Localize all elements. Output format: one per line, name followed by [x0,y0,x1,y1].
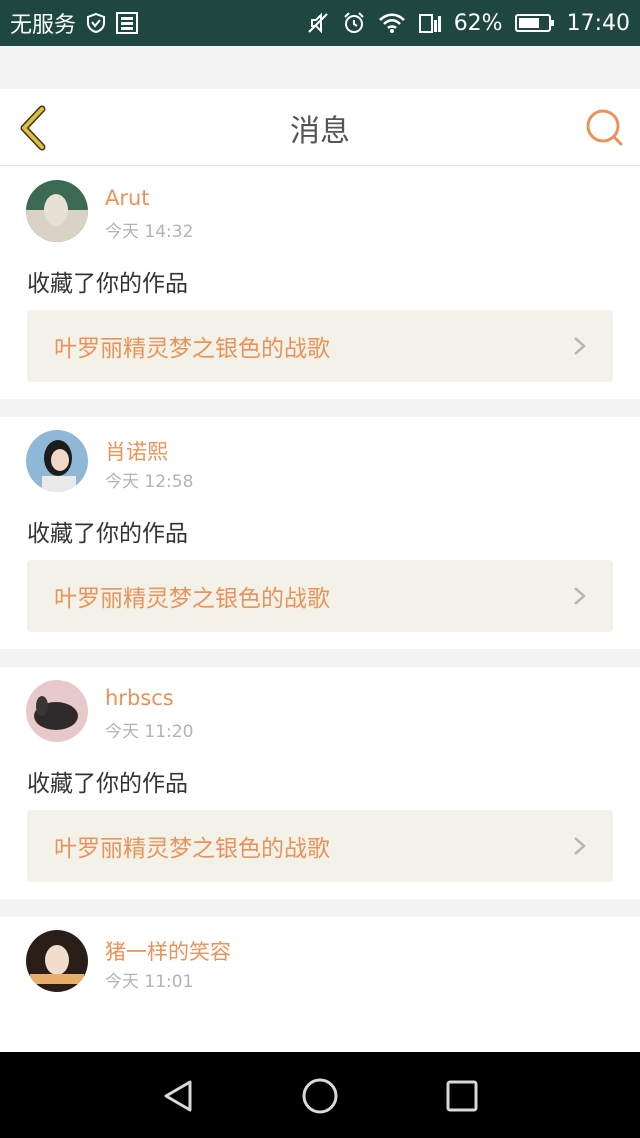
search-icon [584,109,626,153]
work-link[interactable]: 叶罗丽精灵梦之银色的战歌 [27,810,613,882]
chevron-right-icon [573,586,587,606]
message-card: 肖诺熙 今天 12:58 收藏了你的作品 叶罗丽精灵梦之银色的战歌 [0,417,640,649]
avatar[interactable] [26,680,88,742]
work-title: 叶罗丽精灵梦之银色的战歌 [54,836,330,862]
nav-recents-button[interactable] [442,1076,482,1116]
alarm-icon [342,11,366,35]
avatar[interactable] [26,930,88,992]
message-time: 今天 11:20 [105,722,194,742]
back-triangle-icon [158,1080,198,1120]
page-title: 消息 [290,113,350,149]
vpn-shield-icon [86,12,106,34]
avatar[interactable] [26,430,88,492]
message-action: 收藏了你的作品 [27,521,188,547]
sim-signal-icon [418,12,442,34]
message-card: 猪一样的笑容 今天 11:01 [0,917,640,1052]
avatar[interactable] [26,180,88,242]
system-nav-bar [0,1052,640,1138]
recents-square-icon [442,1080,482,1120]
work-link[interactable]: 叶罗丽精灵梦之银色的战歌 [27,310,613,382]
battery-icon [514,13,555,33]
message-card: hrbscs 今天 11:20 收藏了你的作品 叶罗丽精灵梦之银色的战歌 [0,667,640,899]
user-name[interactable]: 猪一样的笑容 [105,936,231,966]
mute-icon [306,11,330,35]
chevron-right-icon [573,836,587,856]
message-card: Arut 今天 14:32 收藏了你的作品 叶罗丽精灵梦之银色的战歌 [0,167,640,399]
carrier-label: 无服务 [10,13,77,38]
chevron-right-icon [573,336,587,356]
notification-list-icon [116,12,139,34]
user-name[interactable]: Arut [105,186,150,210]
message-time: 今天 14:32 [105,222,194,242]
nav-back-button[interactable] [158,1076,198,1116]
work-title: 叶罗丽精灵梦之银色的战歌 [54,336,330,362]
user-name[interactable]: hrbscs [105,686,174,710]
header: 消息 [0,89,640,166]
message-action: 收藏了你的作品 [27,271,188,297]
battery-percent: 62% [453,10,503,36]
work-link[interactable]: 叶罗丽精灵梦之银色的战歌 [27,560,613,632]
message-time: 今天 11:01 [105,972,194,992]
chevron-left-icon [14,105,54,155]
nav-home-button[interactable] [300,1076,340,1116]
clock: 17:40 [566,10,630,36]
message-list[interactable]: Arut 今天 14:32 收藏了你的作品 叶罗丽精灵梦之银色的战歌 肖诺熙 今… [0,167,640,1052]
home-circle-icon [300,1078,340,1120]
message-action: 收藏了你的作品 [27,771,188,797]
work-title: 叶罗丽精灵梦之银色的战歌 [54,586,330,612]
user-name[interactable]: 肖诺熙 [105,436,168,466]
status-bar: 无服务 62% 17:40 [0,0,640,46]
wifi-icon [378,12,406,34]
message-time: 今天 12:58 [105,472,194,492]
back-button[interactable] [14,105,54,151]
search-button[interactable] [584,107,626,149]
